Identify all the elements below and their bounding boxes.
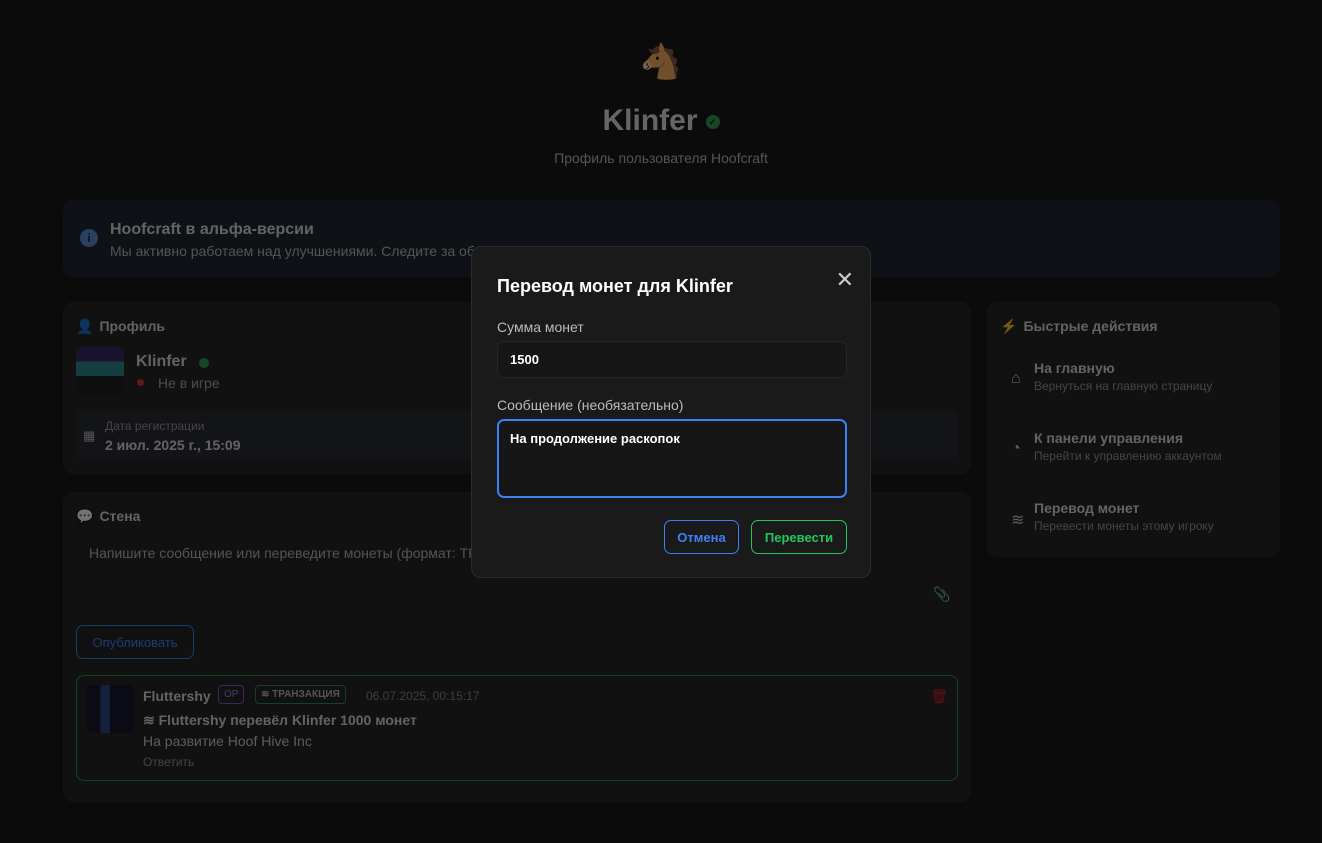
reply-link[interactable]: Ответить: [143, 755, 194, 769]
coins-icon: ≋: [143, 712, 159, 728]
post-message: На развитие Hoof Hive Inc: [143, 733, 312, 749]
profile-heading: 👤 Профиль: [76, 318, 165, 335]
coins-icon: ≋: [1011, 512, 1025, 529]
action-desc: Вернуться на главную страницу: [1034, 379, 1213, 393]
post-avatar[interactable]: [86, 685, 134, 733]
quick-action-dashboard[interactable]: ◔ К панели управления Перейти к управлению…: [1001, 422, 1266, 478]
section-label: Быстрые действия: [1023, 318, 1158, 334]
calendar-icon: ▦: [83, 428, 96, 443]
home-icon: ⌂: [1011, 370, 1021, 387]
section-label: Стена: [99, 508, 141, 524]
reg-label: Дата регистрации: [105, 419, 205, 433]
alert-title: Hoofcraft в альфа-версии: [110, 221, 314, 238]
action-desc: Перевести монеты этому игроку: [1034, 519, 1214, 533]
wall-heading: 💬 Стена: [76, 508, 140, 525]
quick-action-home[interactable]: ⌂ На главную Вернуться на главную страницу: [1001, 352, 1266, 408]
close-icon[interactable]: ✕: [836, 267, 854, 293]
modal-title: Перевод монет для Klinfer: [497, 276, 733, 296]
verified-icon: ✓: [705, 115, 720, 130]
post-time: 06.07.2025, 00:15:17: [366, 689, 480, 703]
action-desc: Перейти к управлению аккаунтом: [1034, 449, 1222, 463]
amount-label: Сумма монет: [497, 319, 584, 335]
action-title: К панели управления: [1034, 430, 1184, 446]
comment-icon: 💬: [76, 508, 94, 524]
bolt-icon: ⚡: [1000, 318, 1018, 334]
quick-actions-heading: ⚡ Быстрые действия: [1000, 318, 1158, 335]
trash-icon[interactable]: 🗑: [930, 688, 948, 705]
site-logo[interactable]: 🐴: [0, 42, 1322, 86]
dashboard-icon: ◔: [1011, 440, 1021, 457]
page-subtitle: Профиль пользователя Hoofcraft: [554, 150, 768, 166]
wall-post: Fluttershy OP ≋ ТРАНЗАКЦИЯ 06.07.2025, 0…: [76, 675, 958, 781]
action-title: На главную: [1034, 360, 1115, 376]
quick-action-transfer[interactable]: ≋ Перевод монет Перевести монеты этому игр…: [1001, 492, 1266, 548]
user-icon: 👤: [76, 318, 94, 334]
message-label: Сообщение (необязательно): [497, 397, 684, 413]
message-input[interactable]: На продолжение раскопок: [497, 419, 847, 498]
coins-icon: ≋: [261, 689, 273, 700]
online-status: Не в игре: [158, 375, 220, 391]
quick-actions-card: ⚡ Быстрые действия ⌂ На главную Вернуться н…: [987, 302, 1280, 557]
reg-date: 2 июл. 2025 г., 15:09: [105, 437, 241, 453]
verified-icon: [199, 358, 209, 368]
attach-icon[interactable]: 📎: [933, 586, 950, 603]
action-title: Перевод монет: [1034, 500, 1140, 516]
publish-button[interactable]: Опубликовать: [76, 625, 194, 659]
username: Klinfer: [602, 104, 698, 137]
transfer-button[interactable]: Перевести: [751, 520, 847, 554]
page-title: Klinfer ✓: [0, 104, 1322, 138]
transfer-modal: Перевод монет для Klinfer ✕ Сумма монет …: [471, 246, 871, 578]
info-icon: i: [80, 229, 98, 247]
profile-name: Klinfer: [136, 353, 187, 370]
post-author[interactable]: Fluttershy: [143, 688, 211, 704]
section-label: Профиль: [99, 318, 165, 334]
avatar: [76, 347, 124, 395]
op-badge: OP: [218, 685, 245, 704]
transaction-badge: ТРАНЗАКЦИЯ: [272, 689, 340, 700]
cancel-button[interactable]: Отмена: [664, 520, 739, 554]
amount-input[interactable]: [497, 341, 847, 378]
post-title: Fluttershy перевёл Klinfer 1000 монет: [158, 712, 417, 728]
offline-status-dot: [137, 379, 144, 386]
